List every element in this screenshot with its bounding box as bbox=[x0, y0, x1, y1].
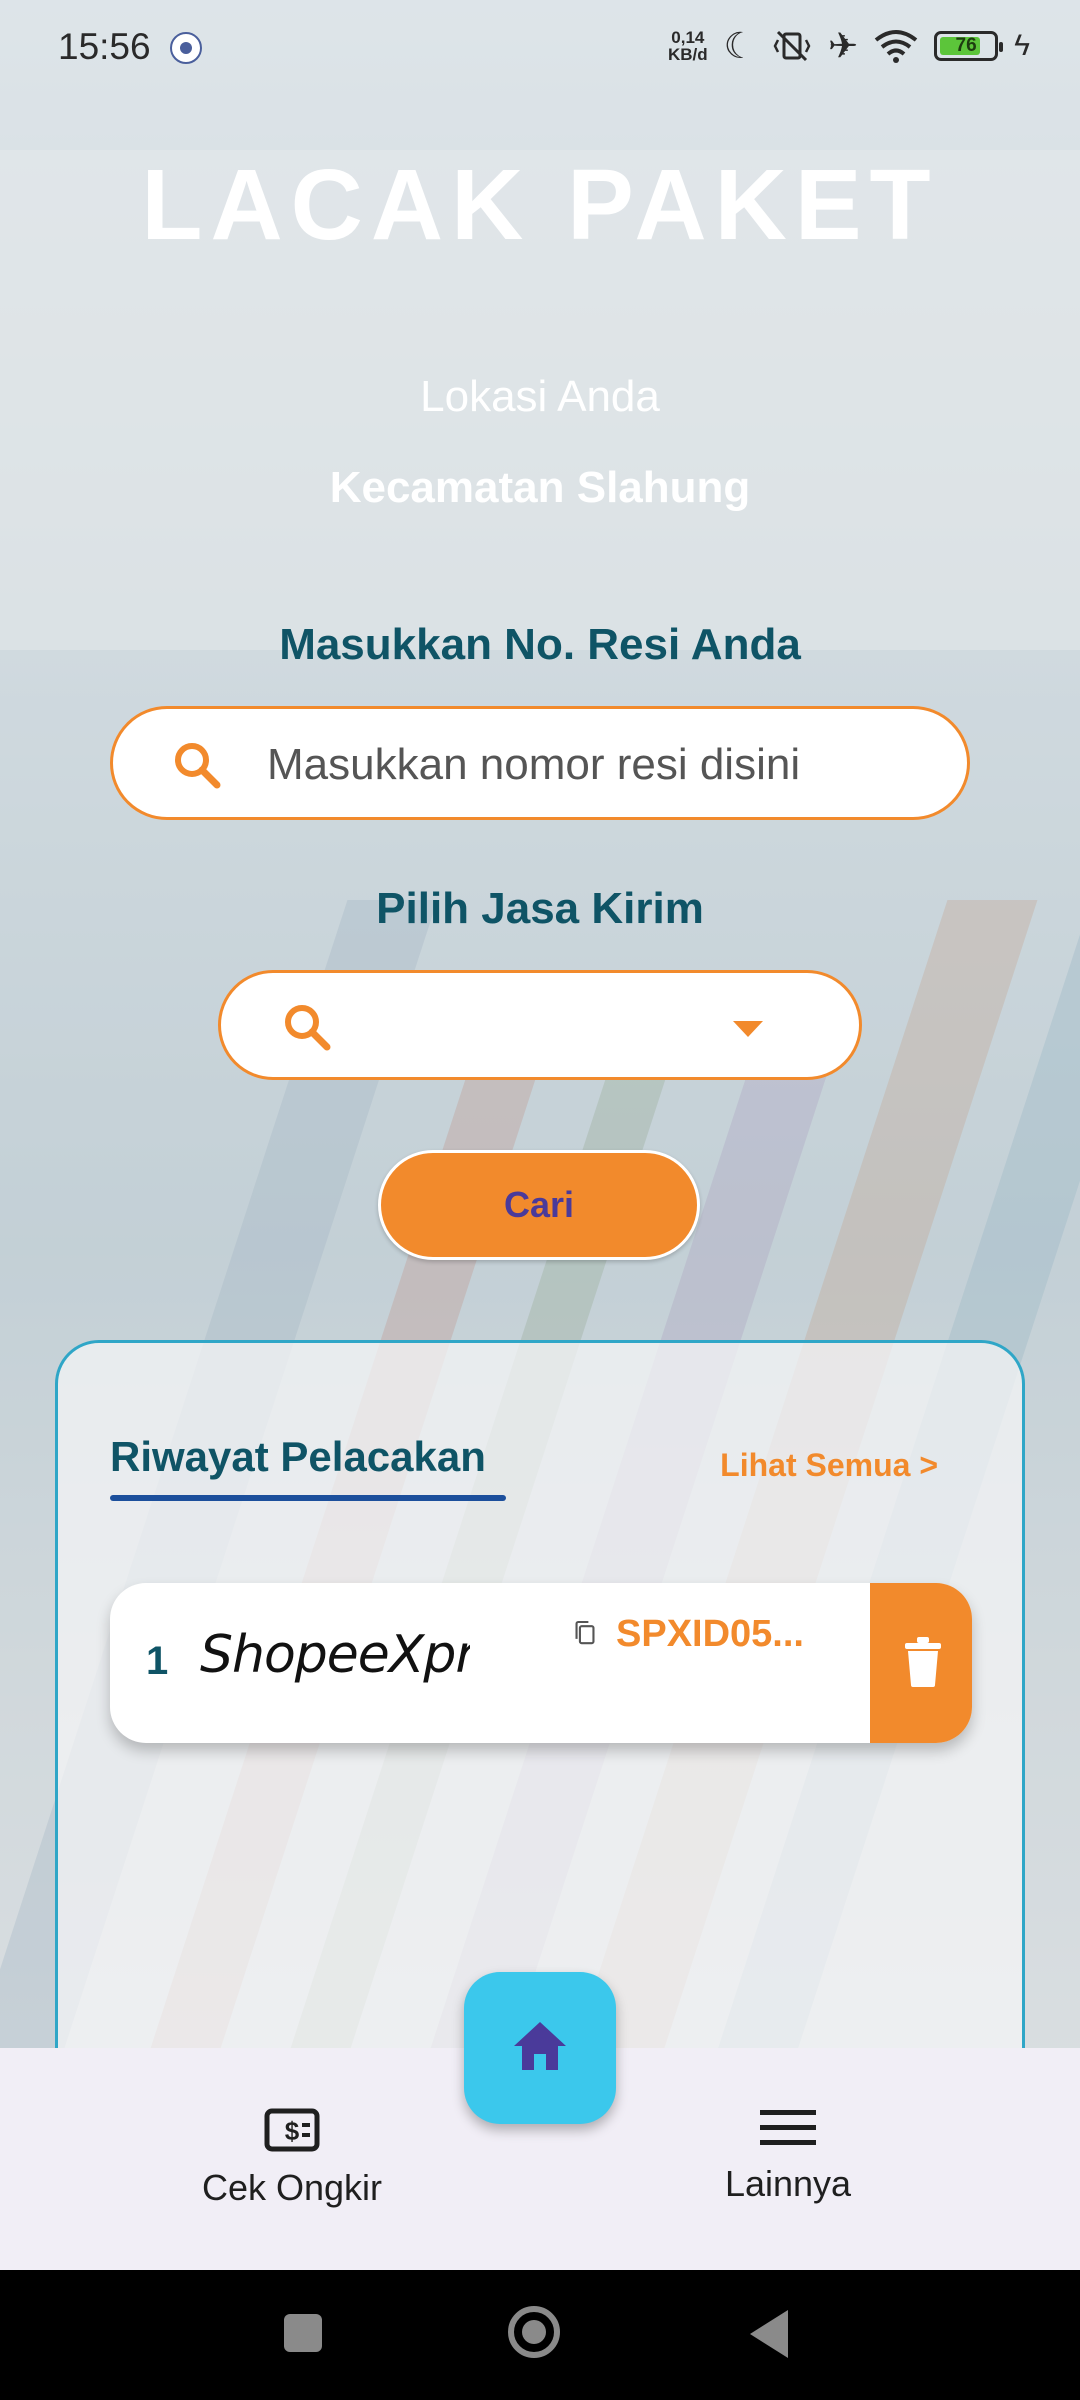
wifi-icon bbox=[874, 30, 918, 63]
battery-icon: 76 bbox=[934, 31, 1004, 61]
resi-number[interactable]: SPXID05... bbox=[616, 1613, 816, 1656]
courier-label: Pilih Jasa Kirim bbox=[376, 884, 704, 933]
moon-icon: ☾ bbox=[723, 25, 756, 66]
nav-cek-ongkir-label: Cek Ongkir bbox=[201, 2167, 383, 2208]
home-icon bbox=[514, 2022, 566, 2070]
courier-logo: ShopeeXpress bbox=[200, 1625, 470, 1685]
home-fab-button[interactable] bbox=[464, 1972, 616, 2124]
charging-icon: ϟ bbox=[1014, 29, 1030, 62]
page-title: LACAK PAKET bbox=[141, 149, 939, 261]
chevron-down-icon[interactable] bbox=[733, 1021, 763, 1037]
back-button[interactable] bbox=[750, 2310, 788, 2358]
history-title: Riwayat Pelacakan bbox=[110, 1433, 486, 1480]
history-row[interactable]: 1 ShopeeXpress SPXID05... bbox=[110, 1583, 972, 1743]
resi-search-field[interactable] bbox=[110, 706, 970, 820]
net-speed: 0,14 KB/d bbox=[668, 29, 708, 63]
status-bar: 15:56 0,14 KB/d ☾ ✈ 76 ϟ bbox=[0, 0, 1080, 96]
copy-icon[interactable] bbox=[574, 1620, 596, 1646]
search-button[interactable]: Cari bbox=[378, 1150, 700, 1260]
nav-cek-ongkir[interactable]: $ Cek Ongkir bbox=[162, 2108, 422, 2209]
net-speed-unit: KB/d bbox=[667, 45, 708, 64]
recents-button[interactable] bbox=[284, 2314, 322, 2352]
search-icon bbox=[285, 1005, 331, 1051]
see-all-link[interactable]: Lihat Semua > bbox=[720, 1447, 938, 1484]
settings-icon bbox=[170, 32, 202, 64]
menu-icon bbox=[760, 2110, 816, 2145]
search-icon bbox=[175, 743, 221, 789]
vibrate-off-icon bbox=[773, 30, 811, 62]
battery-level: 76 bbox=[955, 35, 977, 56]
delete-button[interactable] bbox=[870, 1583, 972, 1743]
price-tag-icon: $ bbox=[264, 2108, 320, 2152]
system-navigation-bar bbox=[0, 2270, 1080, 2400]
trash-icon bbox=[905, 1637, 941, 1687]
status-time: 15:56 bbox=[58, 26, 151, 67]
nav-lainnya-label: Lainnya bbox=[724, 2163, 852, 2204]
airplane-icon: ✈ bbox=[827, 25, 859, 66]
svg-text:$: $ bbox=[285, 2116, 300, 2146]
nav-lainnya[interactable]: Lainnya bbox=[658, 2108, 918, 2205]
net-speed-value: 0,14 bbox=[671, 28, 705, 47]
home-system-button[interactable] bbox=[508, 2306, 560, 2358]
location-value: Kecamatan Slahung bbox=[329, 463, 751, 512]
history-row-number: 1 bbox=[146, 1639, 169, 1683]
courier-select[interactable] bbox=[218, 970, 862, 1080]
resi-input[interactable] bbox=[265, 729, 929, 801]
location-label: Lokasi Anda bbox=[420, 372, 660, 421]
resi-label: Masukkan No. Resi Anda bbox=[279, 620, 801, 669]
history-title-underline bbox=[110, 1495, 506, 1501]
